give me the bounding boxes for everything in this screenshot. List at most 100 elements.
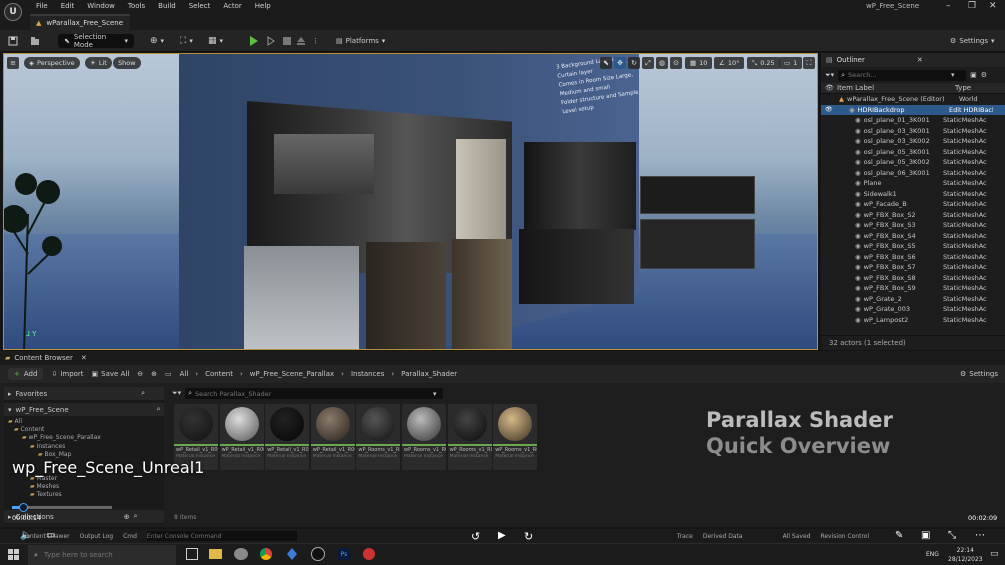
select-tool-icon[interactable]: ⬉ <box>600 57 612 69</box>
close-icon[interactable]: ✕ <box>989 1 997 11</box>
selection-mode-dropdown[interactable]: ⬉ Selection Mode ▾ <box>58 33 134 49</box>
notification-icon[interactable]: ▭ <box>990 549 999 559</box>
asset-search-box[interactable]: ⌕ ▾ <box>185 388 444 399</box>
history-back-icon[interactable]: ⊖ <box>137 370 143 378</box>
eject-button[interactable] <box>296 34 306 48</box>
outliner-row[interactable]: ◉ wP_FBX_Box_S9 StaticMeshAc <box>821 283 1005 294</box>
tree-item-instances[interactable]: ▰ Instances <box>4 443 164 451</box>
menu-window[interactable]: Window <box>87 2 115 10</box>
clock[interactable]: 22:14 28/12/2023 <box>948 546 983 564</box>
outliner-row[interactable]: ◉ wP_FBX_Box_S6 StaticMeshAc <box>821 252 1005 263</box>
filter-icon[interactable]: ⏷▾ <box>172 389 181 398</box>
add-folder-icon[interactable]: ▣ <box>970 71 977 79</box>
content-browser-tab[interactable]: ▰ Content Browser ✕ <box>0 351 1005 365</box>
outliner-row[interactable]: ◉ wP_FBX_Box_S5 StaticMeshAc <box>821 241 1005 252</box>
breadcrumb-item[interactable]: Instances <box>351 370 384 378</box>
search-icon[interactable]: ⌕ <box>141 389 145 398</box>
filter-icon[interactable]: ⏷▾ <box>825 71 834 80</box>
taskbar-search-input[interactable] <box>43 551 164 559</box>
lit-button[interactable]: ☀ Lit <box>85 57 112 69</box>
surface-snap-icon[interactable]: ⊙ <box>670 57 682 69</box>
app-icon[interactable] <box>234 548 248 560</box>
add-collection-icon[interactable]: ⊕ <box>124 513 130 521</box>
breadcrumb-item[interactable]: Parallax_Shader <box>401 370 457 378</box>
task-view-icon[interactable] <box>186 548 198 560</box>
show-button[interactable]: Show <box>113 57 141 69</box>
history-forward-icon[interactable]: ⊕ <box>151 370 157 378</box>
outliner-row[interactable]: ◉ osl_plane_05_3K002 StaticMeshAc <box>821 157 1005 168</box>
more-options-icon[interactable]: ⋮ <box>312 34 319 48</box>
cb-settings-button[interactable]: ⚙ Settings <box>960 370 998 378</box>
close-icon[interactable]: ✕ <box>917 56 923 64</box>
add-button[interactable]: + Add <box>8 368 44 380</box>
file-explorer-icon[interactable] <box>209 549 222 559</box>
outliner-row[interactable]: ◉ osl_plane_01_3K001 StaticMeshAc <box>821 115 1005 126</box>
outliner-row[interactable]: ◉ wP_Grate_003 StaticMeshAc <box>821 304 1005 315</box>
pip-icon[interactable]: ▣ <box>921 530 930 541</box>
outliner-row[interactable]: ◉ wP_FBX_Box_S7 StaticMeshAc <box>821 262 1005 273</box>
app-icon[interactable] <box>287 548 297 560</box>
rotate-tool-icon[interactable]: ↻ <box>628 57 640 69</box>
search-icon[interactable]: ⌕ <box>157 405 161 414</box>
import-button[interactable]: ⇩ Import <box>51 370 83 378</box>
outliner-row[interactable]: 👁 ◉ HDRIBackdrop Edit HDRIBack <box>821 104 1005 115</box>
translate-tool-icon[interactable]: ✥ <box>614 57 626 69</box>
windows-start-icon[interactable] <box>8 549 19 560</box>
subtitles-icon[interactable]: ▭ <box>46 530 55 541</box>
save-icon[interactable] <box>8 34 18 48</box>
outliner-row[interactable]: ◉ wP_FBX_Box_S4 StaticMeshAc <box>821 231 1005 242</box>
menu-build[interactable]: Build <box>158 2 176 10</box>
language-indicator[interactable]: ENG <box>926 551 939 558</box>
output-log-button[interactable]: Output Log <box>80 533 113 540</box>
outliner-row[interactable]: ◉ osl_plane_03_3K001 StaticMeshAc <box>821 126 1005 137</box>
rewind-10-icon[interactable]: ↺ <box>471 530 480 543</box>
camera-speed-button[interactable]: ▭ 1 <box>779 57 803 69</box>
unreal-logo-icon[interactable]: U <box>4 3 22 21</box>
outliner-row[interactable]: ◉ wP_FBX_Box_S2 StaticMeshAc <box>821 210 1005 221</box>
app-icon[interactable] <box>363 548 375 560</box>
cmd-dropdown[interactable]: Cmd <box>123 533 137 540</box>
outliner-row[interactable]: ◉ wP_Facade_B StaticMeshAc <box>821 199 1005 210</box>
add-actor-button[interactable]: ⊕ ▾ <box>150 34 164 48</box>
gear-icon[interactable]: ⚙ <box>981 71 987 79</box>
tree-item-textures[interactable]: ▰ Textures <box>4 491 164 499</box>
outliner-row[interactable]: ◉ osl_plane_03_3K002 StaticMeshAc <box>821 136 1005 147</box>
pen-icon[interactable]: ✎ <box>895 530 903 541</box>
content-icon[interactable] <box>30 34 40 48</box>
column-item-label[interactable]: Item Label <box>837 84 955 92</box>
outliner-search-input[interactable] <box>848 71 949 79</box>
outliner-row[interactable]: ◉ Plane StaticMeshAc <box>821 178 1005 189</box>
video-progress-knob[interactable] <box>19 503 28 512</box>
menu-help[interactable]: Help <box>255 2 271 10</box>
asset-tile[interactable]: wP_Retail_v1_R00_S_day_2kMaterial Instan… <box>219 404 264 470</box>
asset-search-input[interactable] <box>195 389 431 398</box>
asset-tile[interactable]: wP_Retail_v1_R01_S_night_2kMaterial Inst… <box>265 404 310 470</box>
outliner-row[interactable]: ▲ wParallax_Free_Scene (Editor) World <box>821 94 1005 105</box>
simulate-button[interactable] <box>266 34 276 48</box>
outliner-row[interactable]: ◉ wP_Lampost2 StaticMeshAc <box>821 315 1005 326</box>
close-icon[interactable]: ✕ <box>81 354 87 362</box>
video-progress-track[interactable] <box>12 503 112 512</box>
maximize-viewport-icon[interactable]: ⛶ <box>803 57 815 69</box>
outliner-row[interactable]: ◉ wP_FBX_Box_S8 StaticMeshAc <box>821 273 1005 284</box>
asset-tile[interactable]: wP_Rooms_v1_R00_S_dayMaterial Instance <box>402 404 446 470</box>
asset-tile[interactable]: wP_Rooms_v1_R00_L_dayMaterial Instance <box>356 404 401 470</box>
rotation-snap-button[interactable]: ∠ 10° <box>714 57 745 69</box>
favorites-header[interactable]: ▸ Favorites ⌕ <box>4 387 164 400</box>
blueprint-button[interactable]: ⛶ ▾ <box>180 34 193 48</box>
breadcrumb-item[interactable]: Content <box>205 370 233 378</box>
level-tab[interactable]: ▲ wParallax_Free_Scene <box>30 14 130 30</box>
scale-tool-icon[interactable]: ⤢ <box>642 57 654 69</box>
search-icon[interactable]: ⌕ <box>134 512 138 521</box>
asset-tile[interactable]: wP_Retail_v1_R00_S_nightMaterial Instanc… <box>310 404 355 470</box>
trace-button[interactable]: Trace <box>677 533 693 540</box>
chrome-icon[interactable] <box>260 548 272 560</box>
play-icon[interactable]: ▶ <box>498 530 506 541</box>
save-all-button[interactable]: ▣ Save All <box>92 370 130 378</box>
more-icon[interactable]: ⋯ <box>975 530 985 541</box>
project-header[interactable]: ▾ wP_Free_Scene ⌕ <box>4 403 164 416</box>
derived-data-button[interactable]: Derived Data <box>703 533 743 540</box>
breadcrumb-item[interactable]: All <box>180 370 189 378</box>
menu-edit[interactable]: Edit <box>61 2 75 10</box>
perspective-button[interactable]: ◈ Perspective <box>24 57 80 69</box>
